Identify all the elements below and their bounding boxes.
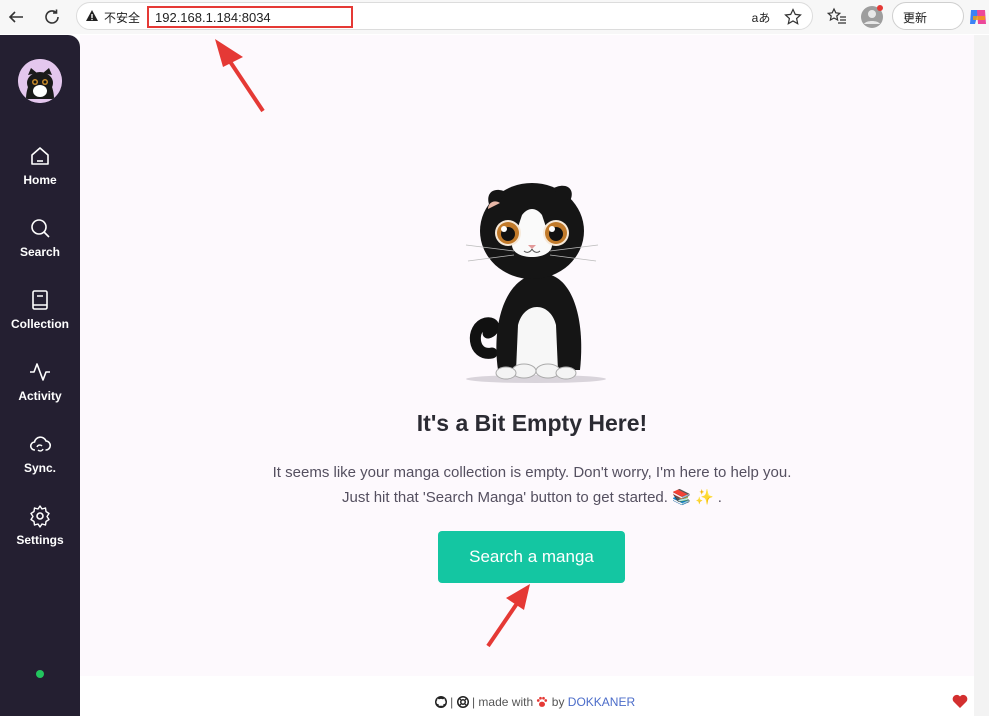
sidebar-item-label: Search <box>19 245 61 259</box>
search-manga-button[interactable]: Search a manga <box>438 531 625 583</box>
sidebar-item-label: Home <box>23 173 57 187</box>
sidebar-item-sync[interactable]: Sync. <box>0 432 80 488</box>
sidebar-item-label: Sync. <box>23 461 56 475</box>
author-link[interactable]: DOKKANER <box>568 695 635 709</box>
browser-toolbar: 不安全 192.168.1.184:8034 aあ 更新 ··· <box>0 0 989 34</box>
more-icon[interactable]: ··· <box>903 9 920 25</box>
empty-state-line-1: It seems like your manga collection is e… <box>272 464 792 481</box>
sidebar-item-label: Activity <box>18 389 62 403</box>
footer-credits: | | made with by DOKKANER <box>80 695 989 709</box>
footer-separator: | <box>446 695 457 709</box>
read-aloud-button[interactable]: aあ <box>751 7 771 27</box>
empty-state-message: It seems like your manga collection is e… <box>80 460 984 510</box>
footer: | | made with by DOKKANER <box>80 676 974 716</box>
search-icon <box>31 219 50 238</box>
sidebar-item-search[interactable]: Search <box>0 216 80 272</box>
back-button[interactable] <box>4 5 28 29</box>
favorite-button[interactable] <box>783 7 803 27</box>
sidebar: Home Search Collection Activity Sync. Se… <box>0 35 80 716</box>
scrollbar[interactable] <box>974 35 989 716</box>
avatar-icon <box>861 5 883 28</box>
help-circle-icon[interactable] <box>456 696 469 708</box>
url-text[interactable]: 192.168.1.184:8034 <box>155 10 271 25</box>
sidebar-item-label: Settings <box>16 533 64 547</box>
paw-icon <box>537 696 548 707</box>
cloud-sync-icon <box>29 436 52 452</box>
profile-button[interactable] <box>860 5 884 29</box>
sidebar-item-label: Collection <box>10 317 69 331</box>
update-button[interactable]: 更新 ··· <box>892 2 964 30</box>
reload-icon <box>45 9 59 24</box>
annotation-arrow-button <box>486 584 530 648</box>
book-icon <box>32 290 48 310</box>
footer-by: by <box>548 695 568 709</box>
sidebar-item-settings[interactable]: Settings <box>0 504 80 560</box>
warning-icon <box>86 10 98 21</box>
sidebar-item-collection[interactable]: Collection <box>0 288 80 344</box>
footer-made-with: | made with <box>468 695 537 709</box>
sidebar-item-home[interactable]: Home <box>0 144 80 200</box>
activity-icon <box>30 363 50 381</box>
cat-avatar-icon <box>18 59 62 103</box>
security-label[interactable]: 不安全 <box>104 9 140 26</box>
back-arrow-icon <box>8 11 23 23</box>
favorites-list-button[interactable] <box>825 5 849 29</box>
app-logo-avatar[interactable] <box>18 59 62 103</box>
read-aloud-icon: aあ <box>751 10 771 25</box>
favorites-list-icon <box>827 7 846 24</box>
heart-icon[interactable] <box>952 694 968 709</box>
url-highlight-box: 192.168.1.184:8034 <box>147 6 353 28</box>
gear-icon <box>30 505 50 528</box>
empty-state-title: It's a Bit Empty Here! <box>416 410 648 436</box>
github-icon[interactable] <box>434 696 447 708</box>
connection-status-dot <box>36 670 44 678</box>
sidebar-item-activity[interactable]: Activity <box>0 360 80 416</box>
reload-button[interactable] <box>40 5 64 29</box>
star-icon <box>784 8 802 25</box>
address-bar[interactable]: 不安全 192.168.1.184:8034 aあ <box>76 2 813 30</box>
annotation-arrow-url <box>215 39 265 113</box>
cat-illustration <box>465 183 606 383</box>
empty-state-line-2: Just hit that 'Search Manga' button to g… <box>342 489 722 506</box>
home-icon <box>31 147 49 165</box>
copilot-icon <box>970 10 986 24</box>
copilot-button[interactable] <box>966 5 989 29</box>
